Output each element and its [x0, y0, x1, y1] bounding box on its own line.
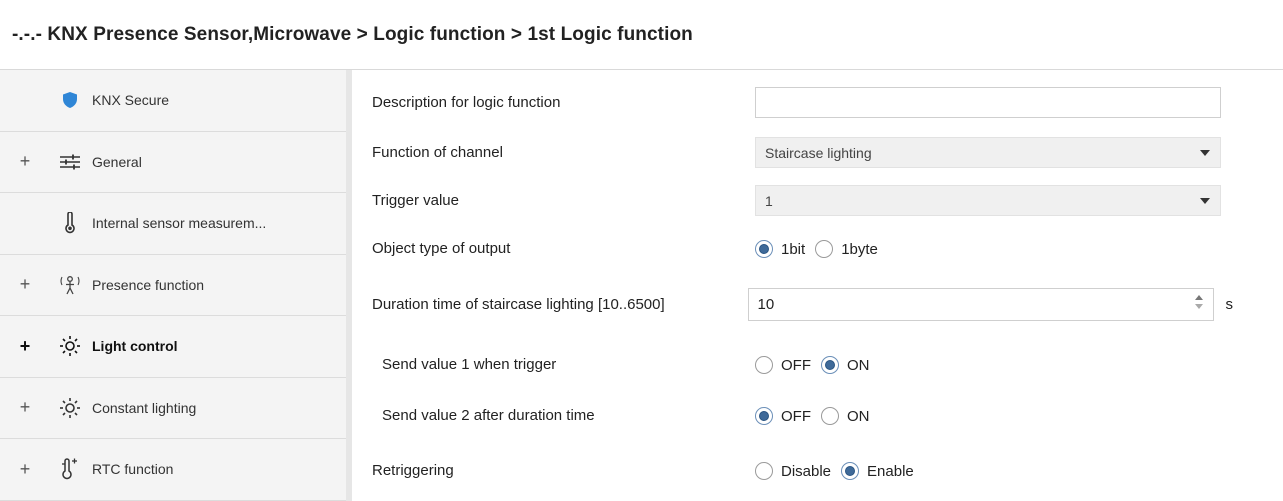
radio-selected-icon [755, 240, 773, 258]
duration-value: 10 [757, 296, 775, 313]
radio-selected-icon [821, 356, 839, 374]
breadcrumb-title: -.-.- KNX Presence Sensor,Microwave > Lo… [0, 0, 1283, 70]
function-of-channel-select[interactable]: Staircase lighting [755, 137, 1221, 168]
sidebar-item-internal-sensor[interactable]: Internal sensor measurem... [0, 193, 346, 255]
sidebar-item-label: General [92, 153, 142, 170]
expand-toggle[interactable]: + [0, 459, 36, 480]
radio-off[interactable]: OFF [755, 356, 811, 374]
radio-label: Enable [867, 462, 914, 480]
radio-selected-icon [841, 462, 860, 480]
chevron-down-icon [1200, 150, 1210, 156]
expand-toggle[interactable]: + [0, 274, 36, 295]
row-retriggering: Retriggering Disable Enable [372, 462, 1233, 480]
sidebar-item-label: KNX Secure [92, 92, 170, 109]
radio-label: OFF [781, 407, 811, 425]
sidebar-item-light-control[interactable]: + Light control [0, 316, 346, 378]
radio-1byte[interactable]: 1byte [815, 240, 878, 258]
radio-selected-icon [755, 407, 773, 425]
radio-label: Disable [781, 462, 832, 480]
retriggering-label: Retriggering [372, 462, 454, 479]
function-of-channel-value: Staircase lighting [765, 144, 872, 161]
radio-off[interactable]: OFF [755, 407, 811, 425]
trigger-value-label: Trigger value [372, 191, 459, 209]
row-send-value-2: Send value 2 after duration time OFF ON [372, 407, 1233, 425]
radio-empty-icon [755, 462, 773, 480]
object-type-radio-group: 1bit 1byte [755, 240, 888, 258]
duration-label: Duration time of staircase lighting [10.… [372, 295, 665, 313]
sidebar-item-general[interactable]: + General [0, 132, 346, 193]
row-description: Description for logic function [372, 87, 1233, 118]
retriggering-radio-group: Disable Enable [755, 462, 924, 480]
duration-spinbox[interactable]: 10 [747, 288, 1214, 321]
radio-label: ON [847, 356, 870, 374]
parameter-panel: Description for logic function Function … [352, 70, 1283, 501]
row-function-of-channel: Function of channel Staircase lighting [372, 137, 1233, 168]
sidebar-item-knx-secure[interactable]: KNX Secure [0, 70, 346, 132]
row-trigger-value: Trigger value 1 [372, 185, 1233, 216]
radio-on[interactable]: ON [821, 356, 870, 374]
radio-enable[interactable]: Enable [841, 462, 914, 480]
radio-empty-icon [821, 407, 839, 425]
description-label: Description for logic function [372, 93, 561, 111]
radio-label: 1byte [841, 240, 878, 258]
row-object-type: Object type of output 1bit 1byte [372, 240, 1233, 258]
description-input[interactable] [755, 87, 1221, 118]
radio-label: OFF [781, 356, 811, 374]
radio-label: 1bit [781, 240, 806, 258]
row-duration: Duration time of staircase lighting [10.… [372, 288, 1233, 321]
expand-toggle[interactable]: + [0, 151, 36, 172]
send-value-1-radio-group: OFF ON [755, 356, 880, 374]
chevron-down-icon [1200, 198, 1210, 204]
radio-empty-icon [815, 240, 834, 258]
shield-icon [58, 88, 82, 112]
sidebar-item-label: Presence function [92, 276, 205, 293]
light-icon [58, 334, 82, 358]
radio-disable[interactable]: Disable [755, 462, 831, 480]
radio-1bit[interactable]: 1bit [755, 240, 805, 258]
sidebar-item-label: RTC function [92, 461, 174, 478]
spin-down-icon[interactable] [1194, 304, 1203, 309]
presence-icon [58, 273, 82, 297]
send-value-2-radio-group: OFF ON [755, 407, 880, 425]
rtc-icon [58, 457, 82, 481]
thermometer-icon [58, 211, 82, 235]
sun-icon [58, 396, 82, 420]
function-of-channel-label: Function of channel [372, 143, 503, 161]
sidebar-item-rtc-function[interactable]: + RTC function [0, 439, 346, 501]
trigger-value-value: 1 [765, 192, 773, 209]
object-type-label: Object type of output [372, 240, 511, 257]
expand-toggle[interactable]: + [0, 336, 36, 357]
sliders-icon [58, 150, 82, 174]
duration-unit: s [1225, 296, 1234, 313]
trigger-value-select[interactable]: 1 [755, 185, 1221, 216]
sidebar-item-label: Light control [92, 338, 178, 355]
sidebar-item-constant-lighting[interactable]: + Constant lighting [0, 378, 346, 439]
radio-empty-icon [755, 356, 773, 374]
sidebar-item-label: Internal sensor measurem... [92, 215, 267, 232]
spin-arrows[interactable] [1194, 295, 1203, 309]
sidebar: KNX Secure + General Internal sensor mea… [0, 70, 352, 501]
send-value-1-label: Send value 1 when trigger [382, 356, 557, 373]
sidebar-item-presence-function[interactable]: + Presence function [0, 255, 346, 316]
expand-toggle[interactable]: + [0, 397, 36, 418]
spin-up-icon[interactable] [1194, 295, 1203, 300]
radio-on[interactable]: ON [821, 407, 870, 425]
send-value-2-label: Send value 2 after duration time [382, 407, 595, 424]
sidebar-item-label: Constant lighting [92, 399, 197, 416]
radio-label: ON [847, 407, 870, 425]
row-send-value-1: Send value 1 when trigger OFF ON [372, 356, 1233, 374]
